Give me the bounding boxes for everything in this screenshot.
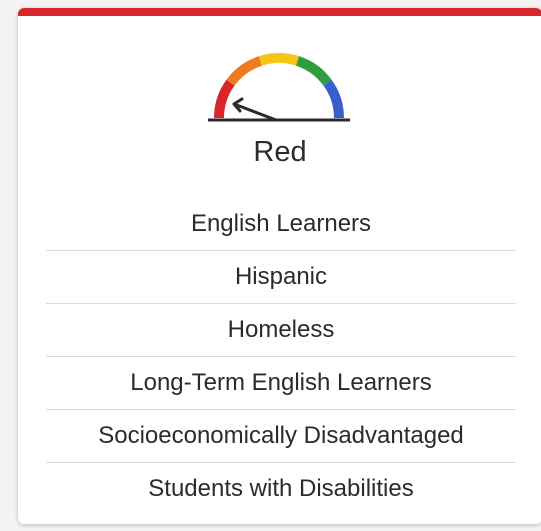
list-item: Students with Disabilities (46, 462, 516, 515)
list-item: Homeless (46, 303, 516, 356)
list-item: Hispanic (46, 250, 516, 303)
status-card: Red English Learners Hispanic Homeless L… (18, 8, 541, 524)
status-color-bar (18, 8, 541, 16)
gauge-segment (323, 79, 344, 119)
status-label: Red (253, 136, 307, 168)
gauge-icon (208, 53, 350, 122)
list-item: Long-Term English Learners (46, 356, 516, 409)
list-item: Socioeconomically Disadvantaged (46, 409, 516, 462)
gauge-segment (226, 56, 263, 86)
gauge-segment (258, 53, 300, 66)
gauge-segment (295, 56, 332, 86)
student-group-list: English Learners Hispanic Homeless Long-… (46, 198, 516, 515)
list-item: English Learners (190, 210, 372, 237)
gauge-segment (214, 79, 235, 119)
